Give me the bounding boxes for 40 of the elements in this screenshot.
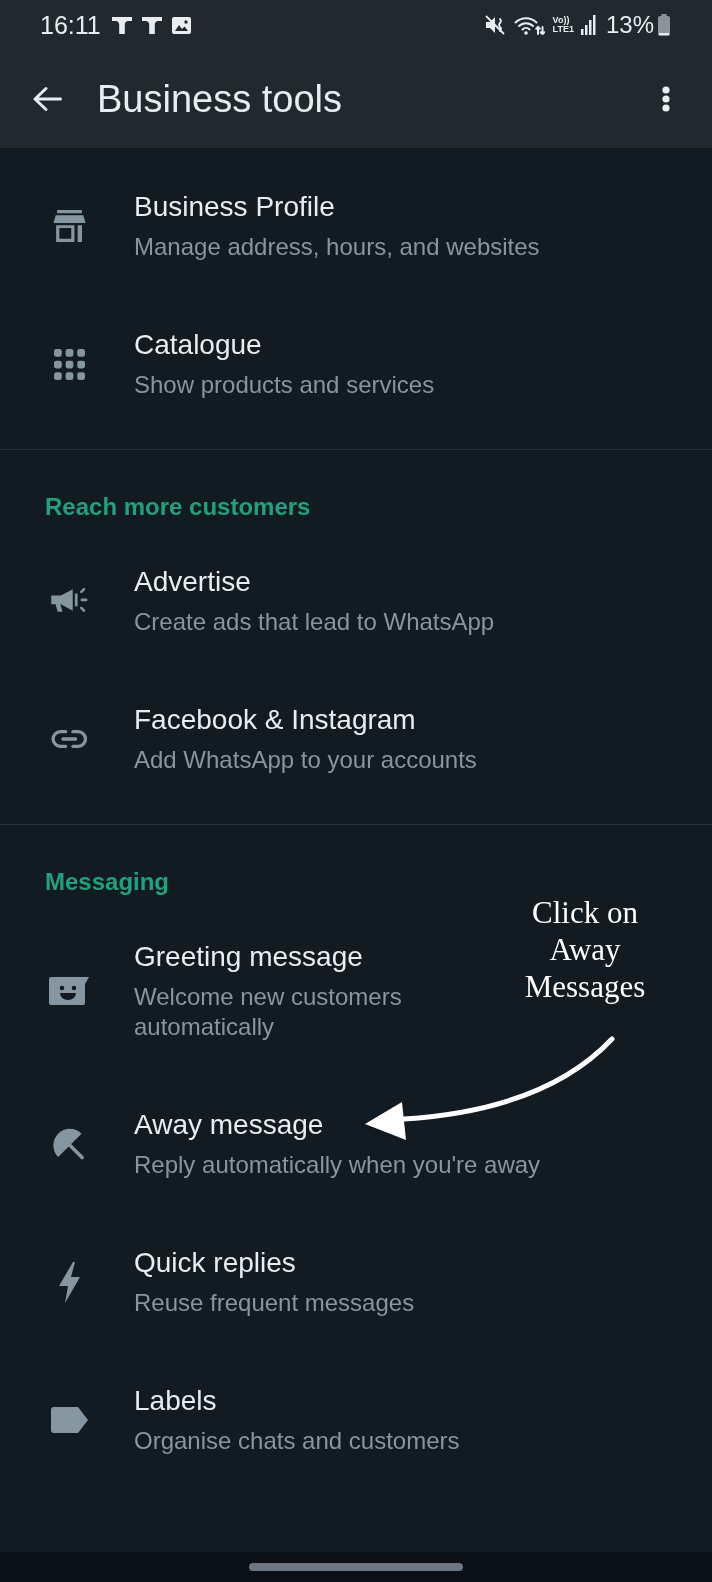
battery-icon <box>658 14 670 36</box>
notification-icon <box>111 16 132 34</box>
storefront-icon <box>51 210 87 242</box>
menu-item-title[interactable]: Business Profile <box>134 190 335 224</box>
menu-item-subtitle: Welcome new customers automatically <box>134 982 402 1042</box>
menu-item-subtitle: Manage address, hours, and websites <box>134 232 540 262</box>
battery-percent: 13% <box>605 11 654 39</box>
notification-icon <box>141 16 162 34</box>
menu-item-title[interactable]: Catalogue <box>134 328 262 362</box>
menu-item-title[interactable]: Away message <box>134 1108 324 1142</box>
annotation-text: Click on Away Messages <box>524 894 646 1005</box>
menu-item-title[interactable]: Facebook & Instagram <box>134 703 416 737</box>
menu-item-subtitle: Reuse frequent messages <box>134 1288 415 1318</box>
section-header: Messaging <box>45 867 170 897</box>
signal-icon <box>580 15 596 35</box>
network-type-label: Vo)) LTE1 <box>552 16 574 34</box>
smiley-chat-icon <box>49 977 89 1005</box>
grid-icon <box>53 348 85 380</box>
back-icon[interactable] <box>32 86 62 112</box>
menu-item-subtitle: Create ads that lead to WhatsApp <box>134 607 495 637</box>
menu-item-subtitle: Show products and services <box>134 370 435 400</box>
image-icon <box>171 16 191 34</box>
app-bar-title: Business tools <box>97 77 342 121</box>
menu-item-subtitle: Add WhatsApp to your accounts <box>134 745 477 775</box>
tag-icon <box>50 1407 88 1433</box>
menu-item-title[interactable]: Labels <box>134 1384 217 1418</box>
wifi-icon <box>513 15 545 35</box>
umbrella-icon <box>52 1127 86 1161</box>
menu-item-title[interactable]: Advertise <box>134 565 251 599</box>
menu-item-subtitle: Organise chats and customers <box>134 1426 460 1456</box>
link-icon <box>50 729 88 749</box>
menu-item-title[interactable]: Quick replies <box>134 1246 296 1280</box>
menu-item-title[interactable]: Greeting message <box>134 940 363 974</box>
menu-item-subtitle: Reply automatically when you're away <box>134 1150 541 1180</box>
status-time: 16:11 <box>40 10 101 40</box>
gesture-handle[interactable] <box>249 1563 463 1571</box>
lightning-icon <box>57 1261 81 1303</box>
more-icon[interactable] <box>662 86 670 112</box>
mute-icon <box>484 15 505 35</box>
section-header: Reach more customers <box>45 492 311 522</box>
